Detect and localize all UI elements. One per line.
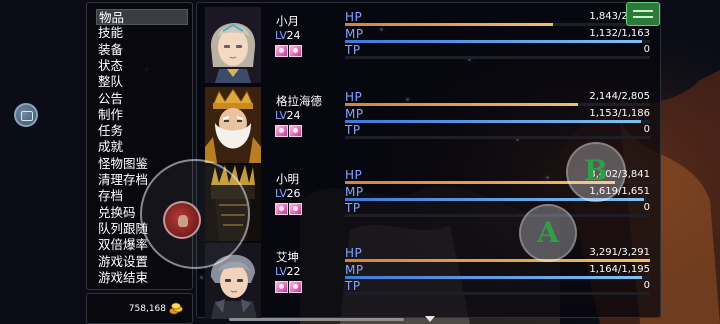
state-icon-group bbox=[275, 125, 302, 137]
hp-gauge-track bbox=[345, 23, 650, 26]
menu-item[interactable]: 制作 bbox=[96, 107, 188, 123]
hp-gauge-track bbox=[345, 259, 650, 262]
button-b-letter: B bbox=[584, 154, 608, 187]
actor-name: 小月 bbox=[276, 14, 299, 28]
hp-label: HP bbox=[345, 10, 363, 24]
mp-value: 1,132/1,163 bbox=[589, 28, 650, 39]
actor-name: 格拉海德 bbox=[276, 94, 322, 108]
actor-level: LV 24 bbox=[275, 29, 300, 43]
gold-window: 758,168 bbox=[86, 293, 193, 324]
hp-gauge-track bbox=[345, 103, 650, 106]
scroll-down-arrow-icon[interactable] bbox=[425, 316, 435, 322]
buff-icon bbox=[289, 45, 302, 57]
button-a-letter: A bbox=[537, 216, 559, 249]
floating-assistant-button[interactable] bbox=[14, 103, 38, 127]
menu-item[interactable]: 装备 bbox=[96, 42, 188, 58]
level-label: LV bbox=[275, 187, 287, 200]
hp-label: HP bbox=[345, 90, 363, 104]
joystick-knob[interactable] bbox=[163, 201, 201, 239]
actor-portrait bbox=[205, 7, 261, 83]
menu-lines-icon bbox=[633, 10, 653, 18]
buff-icon bbox=[275, 281, 288, 293]
tp-value: 0 bbox=[643, 44, 650, 55]
mp-gauge: MP 1,164/1,195 bbox=[345, 263, 650, 279]
tp-label: TP bbox=[345, 201, 361, 215]
mp-value: 1,164/1,195 bbox=[589, 264, 650, 275]
menu-item[interactable]: 任务 bbox=[96, 123, 188, 139]
actor-name: 小明 bbox=[276, 172, 299, 186]
hp-label: HP bbox=[345, 246, 363, 260]
hp-value: 2,144/2,805 bbox=[589, 91, 650, 102]
tp-gauge: TP 0 bbox=[345, 201, 650, 217]
tp-label: TP bbox=[345, 123, 361, 137]
buff-icon bbox=[289, 281, 302, 293]
tp-gauge-track bbox=[345, 56, 650, 59]
gold-amount: 758,168 bbox=[128, 304, 166, 314]
party-member-row[interactable]: 艾坤 LV 22 HP 3,291/3,291 MP 1,164/1,195 TP 0 bbox=[197, 243, 662, 321]
hp-value: 3,291/3,291 bbox=[589, 247, 650, 258]
actor-level: LV 22 bbox=[275, 265, 300, 279]
tp-label: TP bbox=[345, 43, 361, 57]
menu-toggle-button[interactable] bbox=[626, 2, 660, 26]
level-value: 26 bbox=[286, 187, 301, 200]
state-icon-group bbox=[275, 203, 302, 215]
actor-portrait bbox=[205, 87, 261, 163]
gold-coins-icon bbox=[169, 302, 183, 315]
menu-item[interactable]: 游戏结束 bbox=[96, 270, 188, 286]
tp-value: 0 bbox=[643, 124, 650, 135]
mp-gauge: MP 1,153/1,186 bbox=[345, 107, 650, 123]
action-button-a[interactable]: A bbox=[519, 204, 577, 262]
tp-gauge-track bbox=[345, 136, 650, 139]
tp-gauge: TP 0 bbox=[345, 279, 650, 295]
mp-value: 1,153/1,186 bbox=[589, 108, 650, 119]
level-label: LV bbox=[275, 109, 287, 122]
menu-item[interactable]: 公告 bbox=[96, 91, 188, 107]
actor-level: LV 24 bbox=[275, 109, 300, 123]
state-icon-group bbox=[275, 45, 302, 57]
hp-gauge: HP 3,291/3,291 bbox=[345, 246, 650, 262]
state-icon-group bbox=[275, 281, 302, 293]
tp-value: 0 bbox=[643, 202, 650, 213]
hp-gauge: HP 1,843/2,705 bbox=[345, 10, 650, 26]
mp-label: MP bbox=[345, 263, 364, 277]
tp-gauge-track bbox=[345, 292, 650, 295]
buff-icon bbox=[275, 45, 288, 57]
hp-gauge-fill bbox=[345, 103, 579, 106]
buff-icon bbox=[275, 203, 288, 215]
tp-gauge-track bbox=[345, 214, 650, 217]
tp-value: 0 bbox=[643, 280, 650, 291]
level-label: LV bbox=[275, 265, 287, 278]
tp-gauge: TP 0 bbox=[345, 123, 650, 139]
menu-item[interactable]: 技能 bbox=[96, 25, 188, 41]
menu-item[interactable]: 整队 bbox=[96, 74, 188, 90]
buff-icon bbox=[289, 203, 302, 215]
hp-gauge-fill bbox=[345, 23, 553, 26]
menu-item[interactable]: 成就 bbox=[96, 139, 188, 155]
tp-label: TP bbox=[345, 279, 361, 293]
actor-level: LV 26 bbox=[275, 187, 300, 201]
mp-gauge: MP 1,132/1,163 bbox=[345, 27, 650, 43]
horizontal-scrollbar[interactable] bbox=[229, 318, 404, 321]
mp-label: MP bbox=[345, 107, 364, 121]
action-button-b[interactable]: B bbox=[566, 142, 626, 202]
buff-icon bbox=[275, 125, 288, 137]
hp-gauge-fill bbox=[345, 259, 650, 262]
mp-label: MP bbox=[345, 27, 364, 41]
menu-item[interactable]: 物品 bbox=[96, 9, 188, 25]
level-label: LV bbox=[275, 29, 287, 42]
menu-item[interactable]: 状态 bbox=[96, 58, 188, 74]
level-value: 24 bbox=[286, 29, 301, 42]
hp-label: HP bbox=[345, 168, 363, 182]
mp-label: MP bbox=[345, 185, 364, 199]
level-value: 24 bbox=[286, 109, 301, 122]
buff-icon bbox=[289, 125, 302, 137]
actor-name: 艾坤 bbox=[276, 250, 299, 264]
level-value: 22 bbox=[286, 265, 301, 278]
hp-gauge: HP 2,144/2,805 bbox=[345, 90, 650, 106]
tp-gauge: TP 0 bbox=[345, 43, 650, 59]
party-member-row[interactable]: 小月 LV 24 HP 1,843/2,705 MP 1,132/1,163 TP 0 bbox=[197, 7, 662, 85]
